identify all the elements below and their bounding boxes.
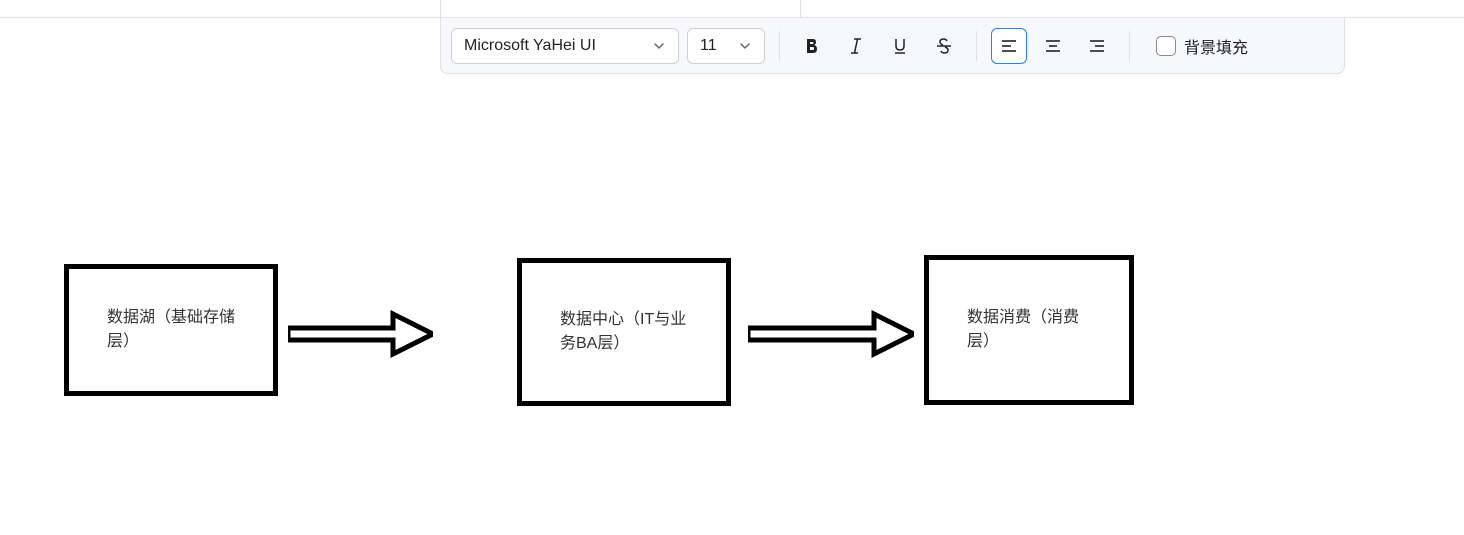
align-center-icon xyxy=(1043,36,1063,56)
italic-button[interactable] xyxy=(838,28,874,64)
diagram-arrow[interactable] xyxy=(288,310,433,358)
align-right-button[interactable] xyxy=(1079,28,1115,64)
toolbar-divider xyxy=(976,31,977,61)
diagram-box-data-center[interactable]: 数据中心（IT与业务BA层） xyxy=(517,258,731,406)
diagram-box-data-lake[interactable]: 数据湖（基础存储层） xyxy=(64,264,278,396)
diagram-arrow[interactable] xyxy=(748,310,914,358)
diagram-box-text: 数据中心（IT与业务BA层） xyxy=(560,308,688,356)
align-left-button[interactable] xyxy=(991,28,1027,64)
align-center-button[interactable] xyxy=(1035,28,1071,64)
strikethrough-button[interactable] xyxy=(926,28,962,64)
background-fill-checkbox[interactable] xyxy=(1156,36,1176,56)
chevron-down-icon xyxy=(652,39,666,53)
font-family-select[interactable]: Microsoft YaHei UI xyxy=(451,28,679,64)
underline-icon xyxy=(890,36,910,56)
diagram-canvas: 数据湖（基础存储层） 数据中心（IT与业务BA层） 数据消费（消费层） xyxy=(0,0,1464,535)
background-fill-option: 背景填充 xyxy=(1156,34,1248,58)
strikethrough-icon xyxy=(934,36,954,56)
background-fill-label: 背景填充 xyxy=(1184,34,1248,58)
font-size-select[interactable]: 11 xyxy=(687,28,765,64)
align-left-icon xyxy=(999,36,1019,56)
font-size-value: 11 xyxy=(700,37,717,55)
top-header-border xyxy=(0,0,1464,18)
formatting-toolbar: Microsoft YaHei UI 11 xyxy=(440,18,1345,74)
font-family-value: Microsoft YaHei UI xyxy=(464,37,596,55)
toolbar-divider xyxy=(779,31,780,61)
diagram-box-data-consumption[interactable]: 数据消费（消费层） xyxy=(924,255,1134,405)
diagram-box-text: 数据消费（消费层） xyxy=(967,306,1091,354)
diagram-box-text: 数据湖（基础存储层） xyxy=(107,306,235,354)
italic-icon xyxy=(846,36,866,56)
bold-icon xyxy=(802,36,822,56)
chevron-down-icon xyxy=(738,39,752,53)
bold-button[interactable] xyxy=(794,28,830,64)
underline-button[interactable] xyxy=(882,28,918,64)
align-right-icon xyxy=(1087,36,1107,56)
toolbar-divider xyxy=(1129,31,1130,61)
